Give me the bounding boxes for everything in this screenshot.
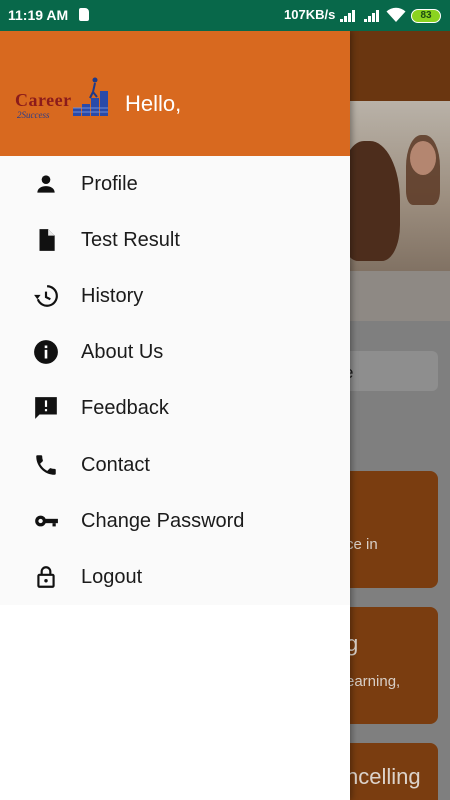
menu-item-feedback[interactable]: Feedback <box>0 380 350 436</box>
status-time: 11:19 AM <box>8 7 69 23</box>
background-content: e ce in g earning, ncelling <box>350 31 450 800</box>
sd-card-icon <box>79 8 89 21</box>
drawer-header: Career 2Success Hello, <box>0 31 350 156</box>
greeting-text: Hello, <box>125 91 182 116</box>
background-search-text: e <box>350 363 353 383</box>
status-bar: 11:19 AM 107KB/s 83 <box>0 0 450 31</box>
background-card-text: earning, <box>350 673 401 690</box>
background-card-title: g <box>350 631 359 656</box>
menu-item-about-us[interactable]: About Us <box>0 324 350 380</box>
menu-item-label: Profile <box>81 173 138 195</box>
menu-item-label: About Us <box>81 341 164 363</box>
background-card-text: ce in <box>350 536 378 553</box>
background-app-bar <box>350 31 450 101</box>
menu-item-profile[interactable]: Profile <box>0 156 350 212</box>
background-card <box>350 471 438 588</box>
info-icon <box>34 340 58 364</box>
menu-item-change-password[interactable]: Change Password <box>0 493 350 549</box>
document-icon <box>39 229 55 251</box>
menu-item-history[interactable]: History <box>0 268 350 324</box>
navigation-drawer: Career 2Success Hello, Profile Test Resu… <box>0 31 350 800</box>
key-icon <box>35 515 58 527</box>
menu-item-label: Feedback <box>81 397 169 419</box>
history-icon <box>34 285 58 307</box>
logo-bars-icon <box>73 77 108 116</box>
drawer-menu: Profile Test Result History About Us Fee… <box>0 156 350 605</box>
feedback-icon <box>35 397 57 419</box>
menu-item-contact[interactable]: Contact <box>0 437 350 493</box>
menu-item-label: Change Password <box>81 510 245 532</box>
wifi-icon <box>386 7 406 22</box>
background-card <box>350 607 438 724</box>
person-icon <box>37 175 55 193</box>
battery-icon: 83 <box>411 9 441 23</box>
menu-item-logout[interactable]: Logout <box>0 549 350 605</box>
signal-icon <box>340 10 356 22</box>
background-search-box <box>350 351 438 391</box>
network-speed: 107KB/s <box>284 7 336 22</box>
menu-item-label: Logout <box>81 566 143 588</box>
background-photo <box>350 101 450 321</box>
menu-item-label: Test Result <box>81 229 180 251</box>
background-card-title: ncelling <box>350 764 421 789</box>
lock-icon <box>37 566 55 588</box>
menu-item-label: History <box>81 285 144 307</box>
phone-icon <box>36 455 56 475</box>
career2success-logo: Career 2Success <box>15 76 112 120</box>
signal-icon <box>364 10 380 22</box>
menu-item-label: Contact <box>81 454 150 476</box>
menu-item-test-result[interactable]: Test Result <box>0 212 350 268</box>
